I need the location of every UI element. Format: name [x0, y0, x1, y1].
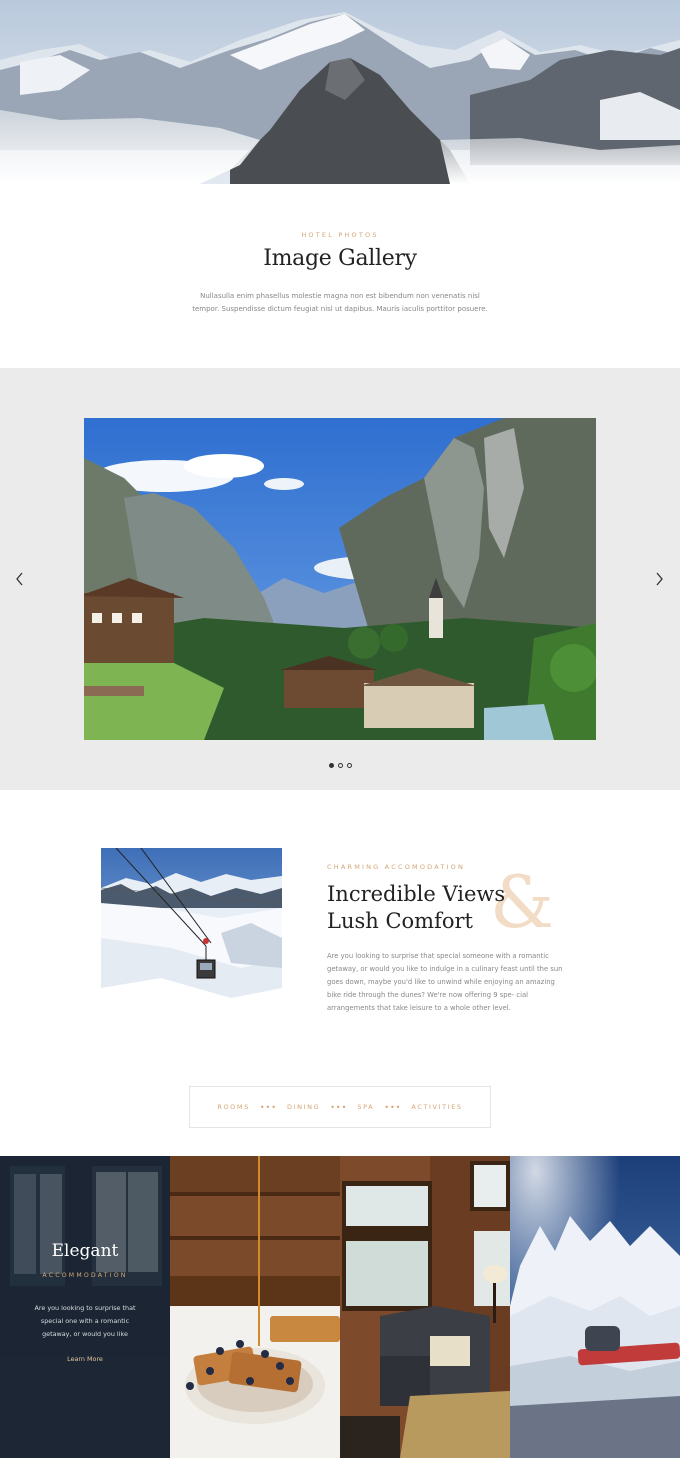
gallery-pagination — [0, 760, 680, 768]
card-text-line-1: Are you looking to surprise that — [34, 1304, 136, 1312]
intro-eyebrow: HOTEL PHOTOS — [301, 231, 379, 239]
chevron-right-icon — [656, 572, 663, 586]
feature-image — [101, 848, 282, 1029]
gallery-dot-3[interactable] — [346, 763, 352, 768]
card-text-line-2: special one with a romantic — [40, 1317, 130, 1325]
tab-separator: ••• — [384, 1102, 402, 1112]
hero-mountain-image — [0, 0, 680, 184]
gallery-next-button[interactable] — [649, 569, 669, 589]
intro-text-line-2: tempor. Suspendisse dictum feugiat nisl … — [192, 305, 488, 313]
tab-dining[interactable]: DINING — [287, 1103, 320, 1111]
intro-section: HOTEL PHOTOS Image Gallery Nullasulla en… — [0, 184, 680, 368]
gallery-slide-image — [84, 418, 596, 740]
tab-activities[interactable]: ACTIVITIES — [411, 1103, 462, 1111]
feature-eyebrow: CHARMING ACCOMODATION — [327, 863, 466, 871]
learn-more-link[interactable]: Learn More — [0, 1355, 170, 1363]
card-title: Elegant — [51, 1241, 119, 1261]
category-tabs: ROOMS ••• DINING ••• SPA ••• ACTIVITIES — [189, 1086, 491, 1128]
feature-body-line-5: arrangements that take leisure to a whol… — [327, 1004, 511, 1012]
activities-card[interactable] — [510, 1156, 680, 1458]
intro-text-line-1: Nullasulla enim phasellus molestie magna… — [200, 292, 480, 300]
card-text-line-3: getaway, or would you like — [42, 1330, 128, 1338]
tab-separator: ••• — [330, 1102, 348, 1112]
tab-spa[interactable]: SPA — [357, 1103, 374, 1111]
gallery-dot-2[interactable] — [337, 763, 343, 768]
gallery-prev-button[interactable] — [10, 569, 30, 589]
card-subtitle: ACCOMMODATION — [42, 1272, 128, 1279]
dining-card[interactable] — [170, 1156, 340, 1458]
page-title: Image Gallery — [263, 246, 417, 271]
feature-body-line-3: goes down, maybe you'd like to unwind wh… — [327, 978, 555, 986]
rooms-card[interactable]: Elegant ACCOMMODATION Are you looking to… — [0, 1156, 170, 1458]
spa-card[interactable] — [340, 1156, 510, 1458]
feature-title-line-1: Incredible Views — [327, 882, 506, 906]
feature-body-line-2: getaway, or would you like to indulge in… — [327, 965, 563, 973]
gallery-dot-1[interactable] — [328, 763, 334, 768]
feature-body-line-1: Are you looking to surprise that special… — [327, 952, 549, 960]
gallery-slider — [0, 368, 680, 790]
chevron-left-icon — [16, 572, 23, 586]
feature-title-line-2: Lush Comfort — [327, 909, 473, 933]
tab-rooms[interactable]: ROOMS — [217, 1103, 249, 1111]
tab-separator: ••• — [259, 1102, 277, 1112]
feature-body-line-4: bike ride through the dunes? We're now o… — [327, 991, 529, 999]
